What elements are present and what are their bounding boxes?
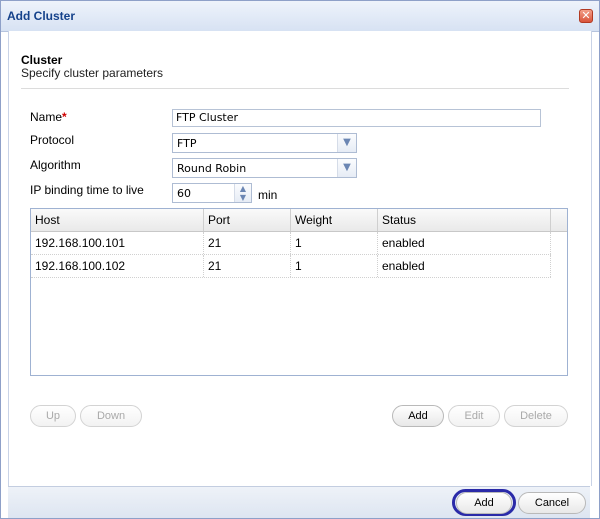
column-header-port[interactable]: Port [204, 209, 291, 231]
host-cell: 192.168.100.102 [31, 255, 204, 277]
weight-cell: 1 [291, 255, 378, 277]
required-mark: * [62, 110, 67, 124]
grid-header: Host Port Weight Status [31, 209, 567, 232]
protocol-value: FTP [177, 137, 197, 150]
dialog-titlebar[interactable]: Add Cluster ✕ [1, 1, 599, 32]
column-header-status[interactable]: Status [378, 209, 551, 231]
chevron-down-icon[interactable]: ▼ [337, 159, 356, 177]
protocol-label: Protocol [30, 133, 75, 147]
chevron-down-icon[interactable]: ▼ [337, 134, 356, 152]
ttl-value: 60 [177, 187, 191, 200]
close-icon[interactable]: ✕ [579, 9, 593, 23]
table-row[interactable]: 192.168.100.101 21 1 enabled [31, 232, 551, 255]
column-header-host[interactable]: Host [31, 209, 204, 231]
protocol-select[interactable]: FTP ▼ [172, 133, 357, 153]
ttl-unit: min [258, 188, 278, 202]
down-button[interactable]: Down [80, 405, 142, 427]
cancel-button[interactable]: Cancel [518, 492, 586, 514]
column-header-weight[interactable]: Weight [291, 209, 378, 231]
section-subtitle: Specify cluster parameters [21, 66, 164, 80]
algorithm-value: Round Robin [177, 162, 247, 175]
edit-button[interactable]: Edit [448, 405, 500, 427]
ttl-label: IP binding time to live [30, 183, 144, 197]
status-cell: enabled [378, 232, 551, 254]
spinner-arrows-icon[interactable]: ▲ ▼ [234, 184, 251, 202]
port-cell: 21 [204, 232, 291, 254]
section-title: Cluster [21, 53, 63, 67]
weight-cell: 1 [291, 232, 378, 254]
host-cell: 192.168.100.101 [31, 232, 204, 254]
table-row[interactable]: 192.168.100.102 21 1 enabled [31, 255, 551, 278]
grid-add-button[interactable]: Add [392, 405, 444, 427]
dialog-title: Add Cluster [7, 9, 76, 23]
ttl-spinner[interactable]: 60 ▲ ▼ [172, 183, 252, 203]
algorithm-select[interactable]: Round Robin ▼ [172, 158, 357, 178]
section-divider [21, 88, 569, 89]
delete-button[interactable]: Delete [504, 405, 568, 427]
status-cell: enabled [378, 255, 551, 277]
hosts-grid: Host Port Weight Status 192.168.100.101 … [30, 208, 568, 376]
name-label: Name* [30, 110, 67, 124]
up-button[interactable]: Up [30, 405, 76, 427]
algorithm-label: Algorithm [30, 158, 81, 172]
name-input[interactable]: FTP Cluster [172, 109, 541, 127]
port-cell: 21 [204, 255, 291, 277]
footer-add-button[interactable]: Add [456, 492, 512, 514]
